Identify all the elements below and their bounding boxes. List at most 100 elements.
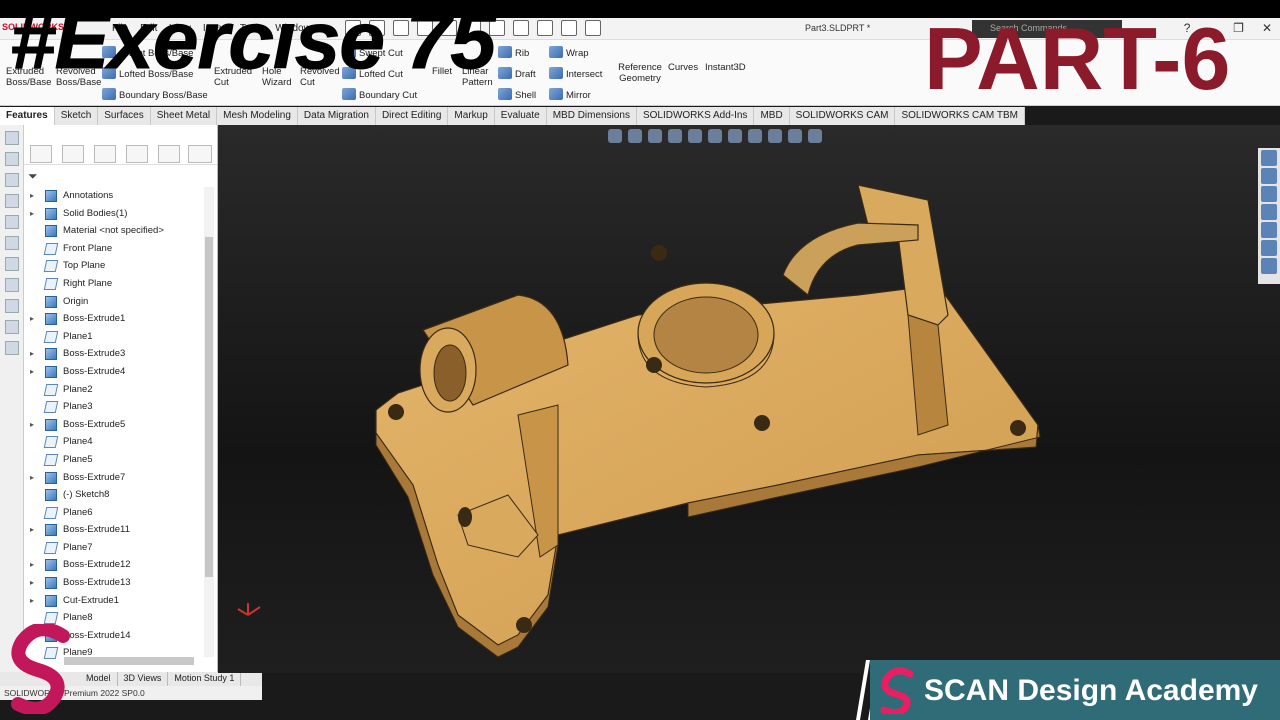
view-orientation-icon[interactable] <box>708 129 722 143</box>
tab-data-migration[interactable]: Data Migration <box>298 107 376 125</box>
expand-arrow-icon[interactable]: ▸ <box>30 363 34 381</box>
rib-button[interactable]: Rib <box>498 46 529 59</box>
sketch-tool-icon[interactable] <box>5 131 19 145</box>
instant3d-button[interactable]: Instant3D <box>705 62 746 73</box>
feature-manager-tab-icon[interactable] <box>30 145 52 163</box>
sketch-tool-icon[interactable] <box>5 236 19 250</box>
expand-arrow-icon[interactable]: ▸ <box>30 592 34 610</box>
tab-sheet-metal[interactable]: Sheet Metal <box>151 107 218 125</box>
edit-appearance-icon[interactable] <box>768 129 782 143</box>
tab-model[interactable]: Model <box>80 672 118 686</box>
tree-item[interactable]: ▸ Cut-Extrude1 <box>24 592 204 610</box>
scene-icon[interactable] <box>788 129 802 143</box>
section-view-icon[interactable] <box>668 129 682 143</box>
expand-arrow-icon[interactable]: ▸ <box>30 416 34 434</box>
tree-item[interactable]: Plane2 <box>24 381 204 399</box>
previous-view-icon[interactable] <box>648 129 662 143</box>
expand-arrow-icon[interactable]: ▸ <box>30 556 34 574</box>
tab-mesh-modeling[interactable]: Mesh Modeling <box>217 107 298 125</box>
tree-item[interactable]: Plane3 <box>24 398 204 416</box>
tab-mbd-dimensions[interactable]: MBD Dimensions <box>547 107 637 125</box>
expand-arrow-icon[interactable]: ▸ <box>30 521 34 539</box>
sketch-tool-icon[interactable] <box>5 278 19 292</box>
tree-item[interactable]: ▸ Boss-Extrude11 <box>24 521 204 539</box>
shell-button[interactable]: Shell <box>498 88 536 101</box>
dimxpert-tab-icon[interactable] <box>126 145 148 163</box>
intersect-button[interactable]: Intersect <box>549 67 602 80</box>
options-gear-icon[interactable] <box>585 20 601 36</box>
expand-arrow-icon[interactable]: ▸ <box>30 574 34 592</box>
tab-motion-study[interactable]: Motion Study 1 <box>168 672 242 686</box>
zoom-to-fit-icon[interactable] <box>608 129 622 143</box>
tree-item[interactable]: (-) Sketch8 <box>24 486 204 504</box>
tab-solidworks-add-ins[interactable]: SOLIDWORKS Add-Ins <box>637 107 755 125</box>
expand-arrow-icon[interactable]: ▸ <box>30 345 34 363</box>
select-icon[interactable] <box>513 20 529 36</box>
tree-item[interactable]: Material <not specified> <box>24 222 204 240</box>
restore-icon[interactable]: ❐ <box>1233 21 1244 35</box>
filter-icon[interactable]: ⏷ <box>28 169 38 184</box>
tree-item[interactable]: ▸ Boss-Extrude12 <box>24 556 204 574</box>
display-style-icon[interactable] <box>728 129 742 143</box>
tree-item[interactable]: ▸ Boss-Extrude1 <box>24 310 204 328</box>
tree-item[interactable]: Plane1 <box>24 328 204 346</box>
zoom-to-area-icon[interactable] <box>628 129 642 143</box>
file-explorer-icon[interactable] <box>1261 204 1277 220</box>
tree-item[interactable]: Plane4 <box>24 433 204 451</box>
tree-item[interactable]: ▸ Boss-Extrude13 <box>24 574 204 592</box>
tab-features[interactable]: Features <box>0 107 55 125</box>
tree-item[interactable]: ▸ Boss-Extrude7 <box>24 469 204 487</box>
boundary-boss-button[interactable]: Boundary Boss/Base <box>102 88 208 101</box>
tree-item[interactable]: Plane6 <box>24 504 204 522</box>
tab-sketch[interactable]: Sketch <box>55 107 99 125</box>
tab-mbd[interactable]: MBD <box>754 107 790 125</box>
expand-arrow-icon[interactable]: ▸ <box>30 205 34 223</box>
tab-solidworks-cam[interactable]: SOLIDWORKS CAM <box>790 107 896 125</box>
curves-button[interactable]: Curves <box>668 62 698 73</box>
file-properties-icon[interactable] <box>561 20 577 36</box>
view-settings-icon[interactable] <box>808 129 822 143</box>
graphics-viewport[interactable] <box>218 125 1280 673</box>
tab-markup[interactable]: Markup <box>448 107 495 125</box>
sketch-tool-icon[interactable] <box>5 299 19 313</box>
wrap-button[interactable]: Wrap <box>549 46 589 59</box>
mirror-button[interactable]: Mirror <box>549 88 591 101</box>
tab-direct-editing[interactable]: Direct Editing <box>376 107 449 125</box>
tree-item[interactable]: Plane7 <box>24 539 204 557</box>
sketch-tool-icon[interactable] <box>5 257 19 271</box>
design-library-icon[interactable] <box>1261 186 1277 202</box>
tree-item[interactable]: ▸ Solid Bodies(1) <box>24 205 204 223</box>
home-icon[interactable] <box>1261 168 1277 184</box>
expand-arrow-icon[interactable]: ▸ <box>30 310 34 328</box>
chevron-right-icon[interactable] <box>188 145 212 163</box>
tree-item[interactable]: ▸ Boss-Extrude3 <box>24 345 204 363</box>
tree-horizontal-scrollbar[interactable] <box>64 657 194 665</box>
dynamic-annotation-icon[interactable] <box>688 129 702 143</box>
sketch-tool-icon[interactable] <box>5 173 19 187</box>
appearances-icon[interactable] <box>1261 240 1277 256</box>
tree-item[interactable]: Front Plane <box>24 240 204 258</box>
sketch-tool-icon[interactable] <box>5 194 19 208</box>
expand-arrow-icon[interactable]: ▸ <box>30 469 34 487</box>
tab-evaluate[interactable]: Evaluate <box>495 107 547 125</box>
solidworks-resources-icon[interactable] <box>1261 150 1277 166</box>
configuration-manager-tab-icon[interactable] <box>94 145 116 163</box>
tab-surfaces[interactable]: Surfaces <box>98 107 151 125</box>
tree-vertical-scrollbar[interactable] <box>204 187 214 657</box>
tree-item[interactable]: Right Plane <box>24 275 204 293</box>
scroll-thumb[interactable] <box>205 237 213 577</box>
tree-item[interactable]: ▸ Boss-Extrude5 <box>24 416 204 434</box>
hide-show-icon[interactable] <box>748 129 762 143</box>
custom-properties-icon[interactable] <box>1261 258 1277 274</box>
sketch-tool-icon[interactable] <box>5 152 19 166</box>
close-icon[interactable]: ✕ <box>1262 21 1272 35</box>
sketch-tool-icon[interactable] <box>5 215 19 229</box>
expand-arrow-icon[interactable]: ▸ <box>30 187 34 205</box>
display-manager-tab-icon[interactable] <box>158 145 180 163</box>
traffic-light-icon[interactable] <box>537 20 553 36</box>
tree-item[interactable]: Plane5 <box>24 451 204 469</box>
boundary-cut-button[interactable]: Boundary Cut <box>342 88 417 101</box>
tree-item[interactable]: ▸ Boss-Extrude4 <box>24 363 204 381</box>
tree-item[interactable]: ▸ Annotations <box>24 187 204 205</box>
draft-button[interactable]: Draft <box>498 67 536 80</box>
